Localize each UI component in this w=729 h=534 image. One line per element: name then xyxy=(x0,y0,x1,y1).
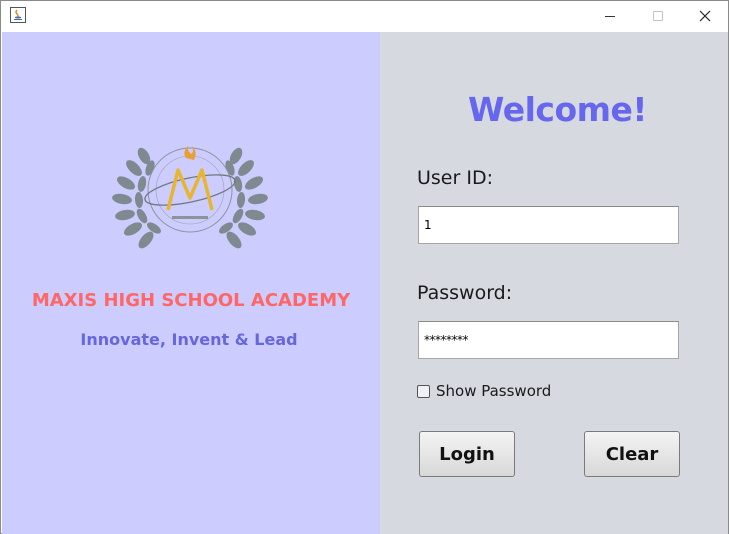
maximize-icon xyxy=(653,11,663,21)
user-id-label: User ID: xyxy=(417,167,493,189)
branding-panel: MAXIS HIGH SCHOOL ACADEMY Innovate, Inve… xyxy=(2,32,380,534)
title-bar xyxy=(1,1,728,31)
minimize-icon xyxy=(605,16,615,17)
show-password-label[interactable]: Show Password xyxy=(436,382,551,400)
user-id-input[interactable] xyxy=(418,206,679,244)
password-label: Password: xyxy=(417,282,513,304)
close-icon xyxy=(699,10,711,22)
app-window: MAXIS HIGH SCHOOL ACADEMY Innovate, Inve… xyxy=(0,0,729,534)
welcome-heading: Welcome! xyxy=(468,90,647,129)
school-logo xyxy=(112,146,268,249)
show-password-row[interactable]: Show Password xyxy=(417,382,551,400)
minimize-button[interactable] xyxy=(587,1,633,31)
maximize-button[interactable] xyxy=(635,1,681,31)
java-app-icon xyxy=(10,7,26,23)
login-button[interactable]: Login xyxy=(419,431,515,477)
login-panel: Welcome! User ID: Password: Show Passwor… xyxy=(380,32,728,534)
clear-button[interactable]: Clear xyxy=(584,431,680,477)
password-input[interactable] xyxy=(418,321,679,359)
close-button[interactable] xyxy=(682,1,728,31)
school-motto: Innovate, Invent & Lead xyxy=(80,330,298,349)
school-name: MAXIS HIGH SCHOOL ACADEMY xyxy=(31,290,351,311)
show-password-checkbox[interactable] xyxy=(417,384,430,398)
